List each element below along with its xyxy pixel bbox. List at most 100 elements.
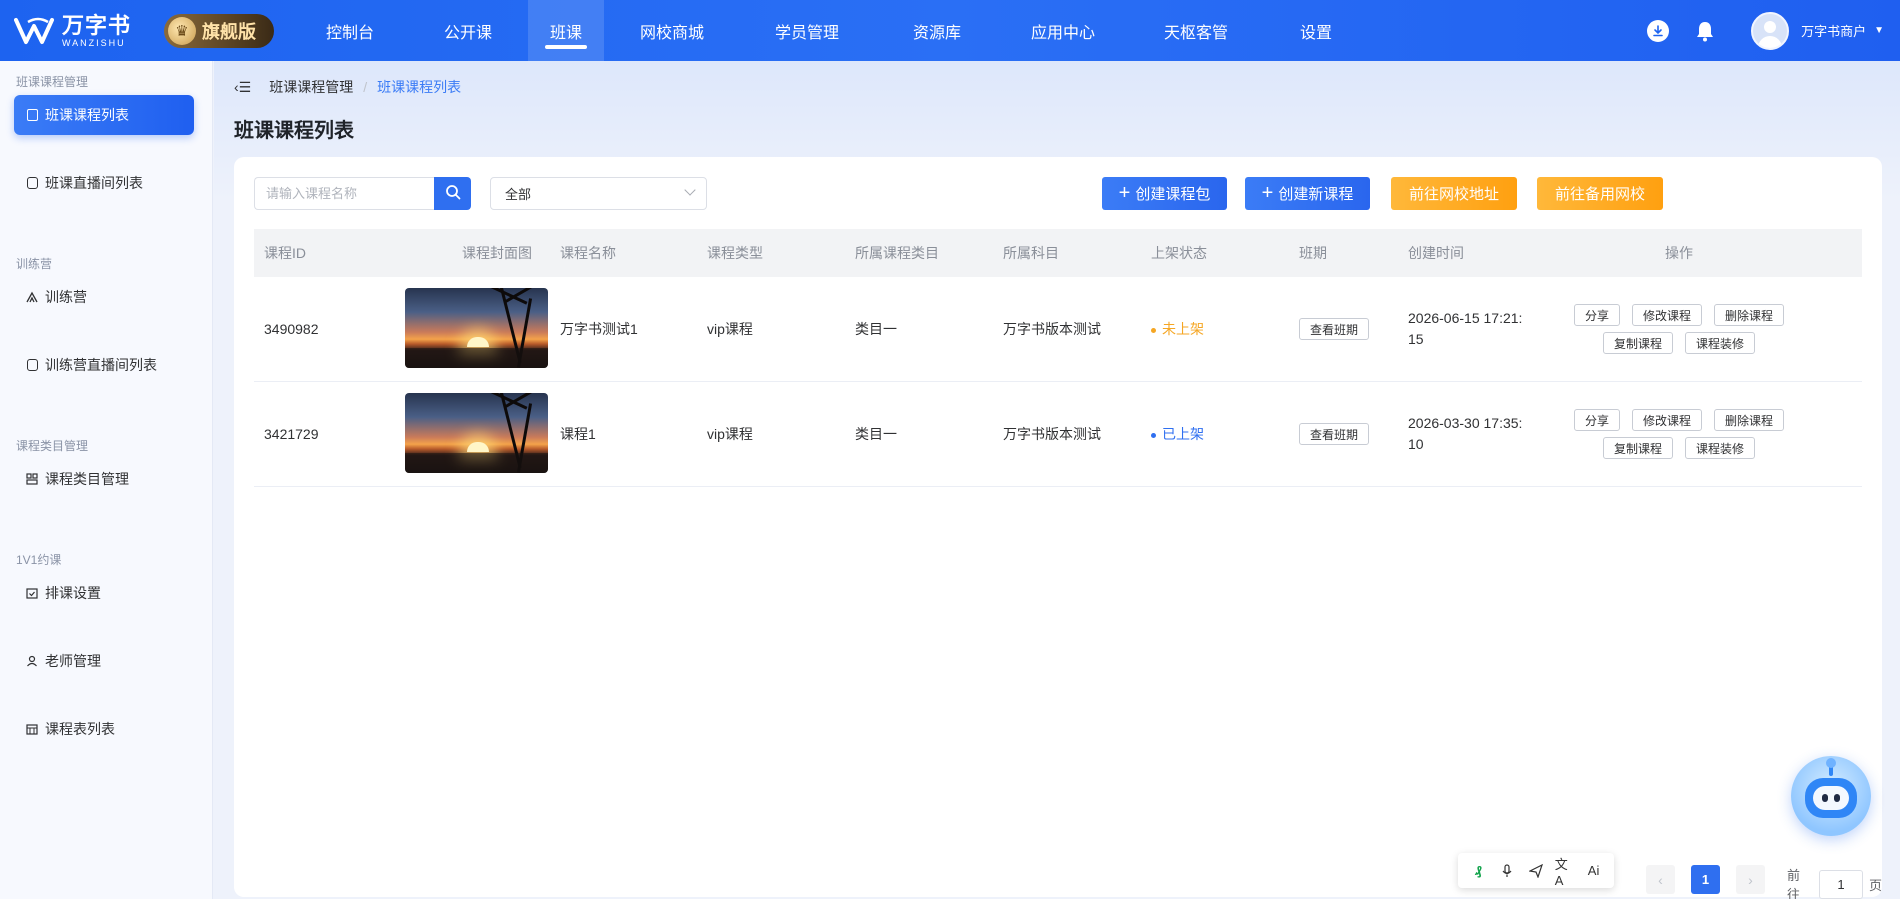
header-cover: 课程封面图 [462,245,532,261]
nav-settings[interactable]: 设置 [1266,0,1366,61]
main-content: ‹☰ 班课课程管理 / 班课课程列表 班课课程列表 全部 +创建课程包 +创建新… [214,61,1900,899]
nav-tianshu-crm[interactable]: 天枢客管 [1126,0,1266,61]
breadcrumb: ‹☰ 班课课程管理 / 班课课程列表 [234,77,462,97]
ime-logo-icon[interactable]: ₰ [1468,861,1488,881]
breadcrumb-current: 班课课程列表 [377,79,462,95]
status-badge: 已上架 [1141,424,1289,444]
course-type: vip课程 [707,426,753,442]
sidebar-item-class-live-list[interactable]: 班课直播间列表 [14,163,194,203]
sidebar-item-category-management[interactable]: 课程类目管理 [14,459,194,499]
course-cover-image[interactable] [402,287,550,371]
sidebar-item-class-course-list[interactable]: 班课课程列表 [14,95,194,135]
pagination: ‹ 1 › [1646,865,1765,894]
goto-school-button[interactable]: 前往网校地址 [1391,177,1517,210]
nav-app-center[interactable]: 应用中心 [1000,0,1126,61]
row-actions: 分享 修改课程 删除课程 复制课程 课程装修 [1546,403,1812,465]
top-navigation-bar: 万字书 WANZISHU ♛ 旗舰版 控制台 公开课 班课 网校商城 学员管理 … [0,0,1900,61]
decorate-course-button[interactable]: 课程装修 [1685,332,1756,354]
header-subject: 所属科目 [1003,245,1059,261]
status-dot-icon [1151,327,1156,333]
user-menu-caret-icon[interactable]: ▼ [1874,25,1884,36]
decorate-course-button[interactable]: 课程装修 [1685,437,1756,459]
collapse-sidebar-icon[interactable]: ‹☰ [234,79,251,96]
translate-icon[interactable]: 文A [1555,857,1575,888]
create-package-button[interactable]: + 创建课程包 [1102,177,1227,210]
breadcrumb-parent[interactable]: 班课课程管理 [269,77,353,97]
nav-open-course[interactable]: 公开课 [408,0,528,61]
ai-text-icon[interactable]: Ai [1584,861,1604,881]
sidebar-group-title: 课程类目管理 [16,439,89,453]
search-input[interactable] [266,186,416,201]
page-unit-label: 页 [1868,877,1882,893]
prev-page-button[interactable]: ‹ [1646,865,1675,894]
send-icon[interactable] [1526,861,1546,881]
sidebar-group-title: 1V1约课 [16,553,62,567]
sidebar-item-camp[interactable]: 训练营 [14,277,194,317]
course-category: 类目一 [855,321,897,337]
brand-logo[interactable]: 万字书 WANZISHU [14,12,146,48]
search-icon [445,184,461,203]
nav-class-course[interactable]: 班课 [528,0,604,61]
course-subject: 万字书版本测试 [1003,426,1101,442]
page-jumper: 前往 页 [1787,865,1882,899]
category-icon [26,473,38,485]
main-nav: 控制台 公开课 班课 网校商城 学员管理 资源库 应用中心 天枢客管 设置 [292,0,1366,61]
live-icon [26,359,38,371]
course-id: 3490982 [264,321,319,337]
table-row: 3490982 万字书测试1 vip课程 类目一 万字书版本测试 未上架 查看班… [254,277,1862,382]
page-number-current[interactable]: 1 [1691,865,1720,894]
header-course-type: 课程类型 [707,245,763,261]
delete-course-button[interactable]: 删除课程 [1714,304,1785,326]
goto-backup-school-button[interactable]: 前往备用网校 [1537,177,1663,210]
header-class-period: 班期 [1299,245,1327,261]
nav-school-mall[interactable]: 网校商城 [604,0,740,61]
edit-course-button[interactable]: 修改课程 [1631,304,1702,326]
download-icon[interactable] [1647,19,1670,42]
camp-icon [26,291,38,303]
sidebar-item-timetable-list[interactable]: 课程表列表 [14,709,194,749]
plus-icon: + [1261,181,1274,204]
calendar-check-icon [26,587,38,599]
course-category: 类目一 [855,426,897,442]
sidebar-item-camp-live-list[interactable]: 训练营直播间列表 [14,345,194,385]
sidebar-item-teacher-management[interactable]: 老师管理 [14,641,194,681]
search-field[interactable] [254,177,435,210]
user-name[interactable]: 万字书商户 [1801,21,1866,40]
brand-name: 万字书 [62,12,132,38]
nav-dashboard[interactable]: 控制台 [292,0,408,61]
course-name: 万字书测试1 [560,321,638,337]
course-cover-image[interactable] [402,392,550,476]
course-list-card: 全部 +创建课程包 +创建新课程 前往网校地址 前往备用网校 课程ID 课程封面… [234,157,1882,899]
copy-course-button[interactable]: 复制课程 [1602,332,1673,354]
header-category: 所属课程类目 [855,245,939,261]
notification-bell-icon[interactable] [1693,19,1717,43]
status-select[interactable]: 全部 [490,177,707,210]
course-table: 课程ID 课程封面图 课程名称 课程类型 所属课程类目 所属科目 上架状态 班期… [254,229,1862,487]
nav-resource-library[interactable]: 资源库 [874,0,1000,61]
search-button[interactable] [434,177,471,210]
status-select-value: 全部 [505,187,532,202]
next-page-button[interactable]: › [1736,865,1765,894]
sidebar-item-schedule-settings[interactable]: 排课设置 [14,573,194,613]
share-button[interactable]: 分享 [1573,409,1620,431]
sidebar: 班课课程管理 班课课程列表 班课直播间列表 训练营 训练营 训练营直播间列表 课… [0,61,213,899]
user-avatar[interactable] [1751,11,1790,50]
view-class-period-button[interactable]: 查看班期 [1299,318,1370,340]
microphone-icon[interactable] [1497,861,1517,881]
plus-icon: + [1118,181,1131,204]
goto-page-input[interactable] [1818,869,1863,899]
ai-assistant-robot-icon[interactable] [1791,756,1871,836]
edit-course-button[interactable]: 修改课程 [1631,409,1702,431]
header-course-name: 课程名称 [560,245,616,261]
nav-student-management[interactable]: 学员管理 [740,0,874,61]
copy-course-button[interactable]: 复制课程 [1602,437,1673,459]
created-time: 2026-06-15 17:21: 15 [1408,310,1523,347]
delete-course-button[interactable]: 删除课程 [1714,409,1785,431]
create-course-button[interactable]: + 创建新课程 [1245,177,1370,210]
created-time: 2026-03-30 17:35: 10 [1408,415,1523,452]
row-actions: 分享 修改课程 删除课程 复制课程 课程装修 [1546,298,1812,360]
sidebar-group-title: 训练营 [16,257,53,271]
share-button[interactable]: 分享 [1573,304,1620,326]
course-name: 课程1 [560,426,596,442]
view-class-period-button[interactable]: 查看班期 [1299,423,1370,445]
